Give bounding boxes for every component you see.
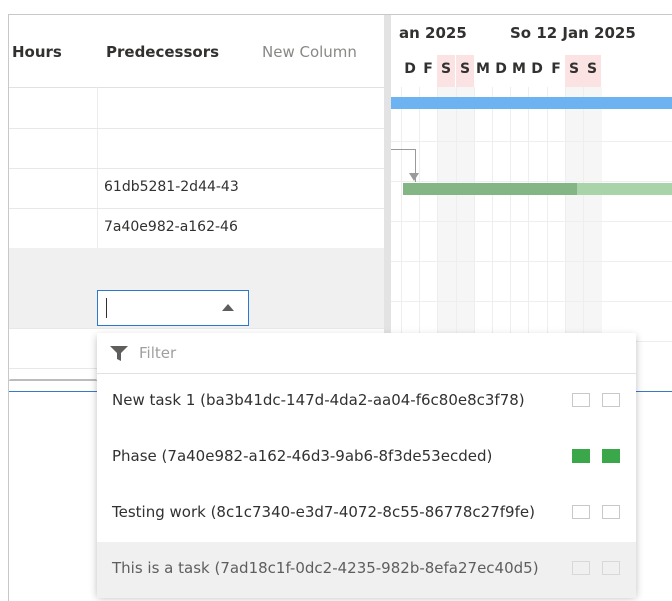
option-checkbox[interactable] — [572, 561, 590, 575]
filter-input[interactable]: Filter — [139, 344, 176, 362]
gantt-chart: an 2025 So 12 Jan 2025 DFSSMDMDFSS — [391, 15, 672, 371]
predecessor-combobox[interactable] — [97, 290, 249, 326]
gantt-day-label: S — [456, 55, 474, 87]
grid-gantt-splitter[interactable] — [384, 15, 391, 375]
gantt-day-column — [456, 87, 475, 371]
option-checkbox[interactable] — [572, 505, 590, 519]
dropdown-option[interactable]: New task 1 (ba3b41dc-147d-4da2-aa04-f6c8… — [97, 374, 636, 430]
gantt-day-column — [437, 87, 456, 371]
task-grid: Hours Predecessors New Column 61db5281-2… — [9, 15, 384, 381]
dropdown-option-hovered[interactable]: This is a task (7ad18c1f-0dc2-4235-982b-… — [97, 542, 636, 598]
gantt-day-label: F — [551, 61, 561, 77]
gantt-row-line — [391, 301, 672, 302]
column-header-new-column[interactable]: New Column — [262, 43, 357, 61]
gantt-day-label: D — [495, 61, 507, 77]
dropdown-option[interactable]: Testing work (8c1c7340-e3d7-4072-8c55-86… — [97, 486, 636, 542]
gantt-row-line — [391, 221, 672, 222]
option-label: Phase (7a40e982-a162-46d3-9ab6-8f3de53ec… — [112, 447, 493, 465]
option-checkbox-checked[interactable] — [572, 449, 590, 463]
option-checkbox[interactable] — [572, 393, 590, 407]
grid-header: Hours Predecessors New Column — [9, 15, 384, 88]
gantt-day-label: S — [437, 55, 455, 87]
option-checkbox-checked[interactable] — [602, 449, 620, 463]
gantt-day-column — [510, 87, 529, 371]
table-row[interactable]: 7a40e982-a162-46 — [9, 208, 384, 249]
column-header-predecessors[interactable]: Predecessors — [106, 43, 219, 61]
filter-icon — [110, 346, 128, 361]
gantt-task-bar[interactable] — [403, 183, 577, 195]
predecessors-cell[interactable]: 61db5281-2d44-43 — [104, 179, 239, 195]
gantt-day-label: M — [512, 61, 526, 77]
gantt-day-column — [419, 87, 438, 371]
gantt-month-label: So 12 Jan 2025 — [510, 24, 636, 42]
gantt-day-column — [565, 87, 584, 371]
gantt-phase-bar[interactable] — [391, 97, 672, 109]
gantt-day-label: D — [531, 61, 543, 77]
gantt-day-column — [583, 87, 602, 371]
table-row[interactable] — [9, 128, 384, 169]
option-label: New task 1 (ba3b41dc-147d-4da2-aa04-f6c8… — [112, 391, 525, 409]
gantt-day-label: M — [476, 61, 490, 77]
gantt-task-bar-remaining[interactable] — [577, 183, 672, 195]
gantt-day-column — [492, 87, 511, 371]
column-header-hours[interactable]: Hours — [12, 43, 62, 61]
dropdown-option[interactable]: Phase (7a40e982-a162-46d3-9ab6-8f3de53ec… — [97, 430, 636, 486]
project-grid-gantt-view: Hours Predecessors New Column 61db5281-2… — [8, 14, 672, 601]
gantt-day-label: D — [404, 61, 416, 77]
predecessor-dropdown: Filter New task 1 (ba3b41dc-147d-4da2-aa… — [97, 333, 636, 598]
gantt-day-label: S — [583, 55, 601, 87]
gantt-day-column — [401, 87, 420, 371]
gantt-row-line — [391, 261, 672, 262]
text-caret — [106, 298, 107, 318]
gantt-day-label: F — [423, 61, 433, 77]
option-checkbox[interactable] — [602, 561, 620, 575]
gantt-day-column — [474, 87, 493, 371]
gantt-day-label: S — [565, 55, 583, 87]
horizontal-scrollbar-thumb[interactable] — [9, 379, 97, 381]
table-row[interactable] — [9, 88, 384, 129]
gantt-row-line — [391, 141, 672, 142]
gantt-day-column — [547, 87, 566, 371]
gantt-month-label: an 2025 — [399, 24, 467, 42]
option-checkbox[interactable] — [602, 393, 620, 407]
predecessors-cell[interactable]: 7a40e982-a162-46 — [104, 219, 238, 235]
table-row-selected[interactable] — [9, 248, 384, 289]
chevron-up-icon[interactable] — [222, 304, 234, 311]
gantt-day-column — [528, 87, 547, 371]
option-label: Testing work (8c1c7340-e3d7-4072-8c55-86… — [112, 503, 535, 521]
dependency-arrow-icon — [409, 173, 419, 181]
table-row[interactable]: 61db5281-2d44-43 — [9, 168, 384, 209]
filter-box[interactable]: Filter — [97, 333, 636, 374]
option-label: This is a task (7ad18c1f-0dc2-4235-982b-… — [112, 559, 539, 577]
gantt-row-line — [391, 181, 672, 182]
option-checkbox[interactable] — [602, 505, 620, 519]
